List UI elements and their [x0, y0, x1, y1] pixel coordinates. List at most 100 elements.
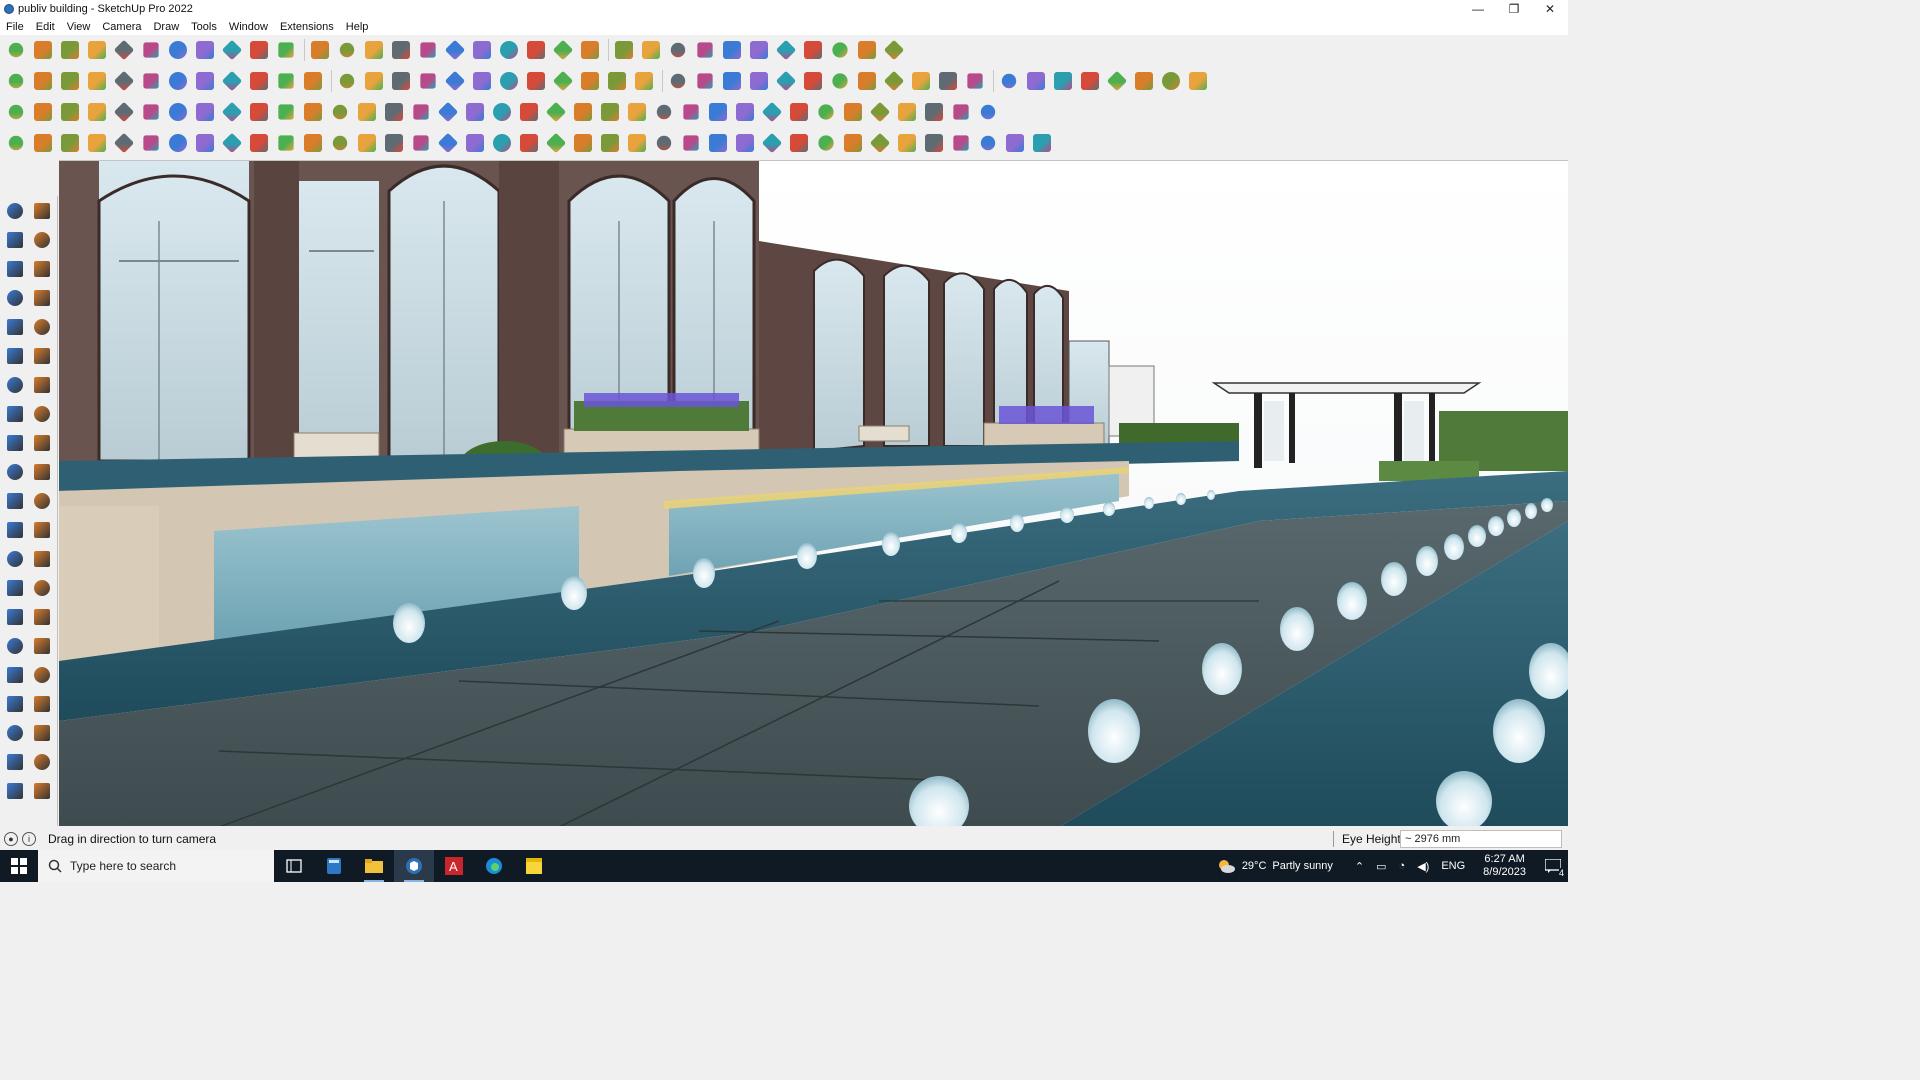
menu-camera[interactable]: Camera	[96, 21, 147, 33]
weather-widget[interactable]: 29°C Partly sunny	[1216, 858, 1333, 874]
start-button[interactable]	[0, 850, 38, 882]
layers-icon[interactable]	[4, 780, 26, 802]
push-pull-icon[interactable]	[31, 432, 53, 454]
warehouse-icon[interactable]	[4, 751, 26, 773]
axes-f-icon[interactable]	[274, 69, 298, 93]
circle-3-icon[interactable]	[747, 69, 771, 93]
3d-text-icon[interactable]	[31, 577, 53, 599]
hatch-icon[interactable]	[706, 131, 730, 155]
globe-icon[interactable]	[220, 131, 244, 155]
grid-2-icon[interactable]	[814, 100, 838, 124]
corner-icon[interactable]	[4, 131, 28, 155]
paint-bucket-icon[interactable]	[362, 38, 386, 62]
warn-icon[interactable]	[490, 100, 514, 124]
layers-2-icon[interactable]	[551, 38, 575, 62]
circle-6-icon[interactable]	[828, 69, 852, 93]
axes-v-icon[interactable]	[193, 69, 217, 93]
cube-2-icon[interactable]	[31, 69, 55, 93]
section-icon[interactable]	[578, 38, 602, 62]
cross-blue-icon[interactable]	[409, 100, 433, 124]
tape-measure-icon[interactable]	[4, 519, 26, 541]
circle-9-icon[interactable]	[909, 69, 933, 93]
stairs-icon[interactable]	[436, 131, 460, 155]
axes-r-icon[interactable]	[166, 69, 190, 93]
freehand-icon[interactable]	[31, 287, 53, 309]
diamond-red-icon[interactable]	[112, 100, 136, 124]
position-camera-icon[interactable]	[4, 722, 26, 744]
text-icon[interactable]	[335, 38, 359, 62]
fence-icon[interactable]	[301, 131, 325, 155]
select-icon[interactable]	[4, 200, 26, 222]
circle-icon[interactable]	[4, 345, 26, 367]
model-viewport[interactable]	[59, 160, 1568, 826]
circle-5-icon[interactable]	[801, 69, 825, 93]
hex-icon[interactable]	[841, 131, 865, 155]
rotate-icon[interactable]	[4, 461, 26, 483]
axes-x-icon[interactable]	[112, 69, 136, 93]
hook-icon[interactable]	[166, 131, 190, 155]
rect-rotated-icon[interactable]	[31, 316, 53, 338]
beam-icon[interactable]	[409, 131, 433, 155]
spin-icon[interactable]	[166, 100, 190, 124]
axes-y-icon[interactable]	[139, 69, 163, 93]
roof-icon[interactable]	[355, 131, 379, 155]
look-around-icon[interactable]	[31, 693, 53, 715]
stair-icon[interactable]	[841, 100, 865, 124]
section-plane-icon[interactable]	[31, 722, 53, 744]
pan-icon[interactable]	[31, 606, 53, 628]
measurements-box[interactable]: ~ 2976 mm	[1400, 830, 1562, 848]
layers-2-icon[interactable]	[31, 780, 53, 802]
sandbox-icon[interactable]	[801, 38, 825, 62]
cloud-icon[interactable]	[139, 131, 163, 155]
blade-icon[interactable]	[335, 69, 359, 93]
circle-10-icon[interactable]	[936, 69, 960, 93]
house-5-icon[interactable]	[578, 69, 602, 93]
arc-icon[interactable]	[112, 38, 136, 62]
line-icon[interactable]	[85, 38, 109, 62]
chip-icon[interactable]	[1159, 69, 1183, 93]
circle-4-icon[interactable]	[774, 69, 798, 93]
cubes-3-icon[interactable]	[760, 100, 784, 124]
fire-icon[interactable]	[463, 100, 487, 124]
edge-icon[interactable]	[474, 850, 514, 882]
axes-n-icon[interactable]	[220, 69, 244, 93]
cubes-icon[interactable]	[706, 100, 730, 124]
layers-icon[interactable]	[524, 38, 548, 62]
red-line-icon[interactable]	[963, 69, 987, 93]
stack-icon[interactable]	[220, 100, 244, 124]
tape-icon[interactable]	[31, 258, 53, 280]
pencil-icon[interactable]	[4, 287, 26, 309]
cross-green-icon[interactable]	[382, 100, 406, 124]
blade-3-icon[interactable]	[389, 69, 413, 93]
meet-now-icon[interactable]: ▭	[1376, 860, 1386, 873]
red-shape-icon[interactable]	[997, 69, 1021, 93]
nodes-icon[interactable]	[598, 100, 622, 124]
notifications-icon[interactable]: 4	[1538, 850, 1568, 882]
magnet-icon[interactable]	[652, 100, 676, 124]
house-3-icon[interactable]	[524, 69, 548, 93]
cubes-2-icon[interactable]	[733, 100, 757, 124]
slab-icon[interactable]	[679, 131, 703, 155]
menu-edit[interactable]: Edit	[30, 21, 61, 33]
diamond-green-icon[interactable]	[85, 100, 109, 124]
maximize-icon[interactable]: ❐	[1496, 0, 1532, 18]
component-icon[interactable]	[497, 38, 521, 62]
cross-red-icon[interactable]	[355, 100, 379, 124]
select-icon[interactable]	[31, 38, 55, 62]
extension-icon[interactable]	[31, 751, 53, 773]
walk-icon[interactable]	[4, 693, 26, 715]
menu-extensions[interactable]: Extensions	[274, 21, 340, 33]
polygon-icon[interactable]	[31, 345, 53, 367]
house-1-icon[interactable]	[470, 69, 494, 93]
grid-icon[interactable]	[1051, 69, 1075, 93]
zoom-window-icon[interactable]	[31, 635, 53, 657]
ring-icon[interactable]	[193, 131, 217, 155]
volume-icon[interactable]: ◀)	[1417, 860, 1429, 873]
pole-icon[interactable]	[760, 131, 784, 155]
clock[interactable]: 6:27 AM 8/9/2023	[1483, 853, 1526, 879]
scissors-icon[interactable]	[85, 131, 109, 155]
net-icon[interactable]	[976, 131, 1000, 155]
slope-icon[interactable]	[328, 131, 352, 155]
arc-3-icon[interactable]	[31, 403, 53, 425]
grid-yellow-icon[interactable]	[868, 100, 892, 124]
